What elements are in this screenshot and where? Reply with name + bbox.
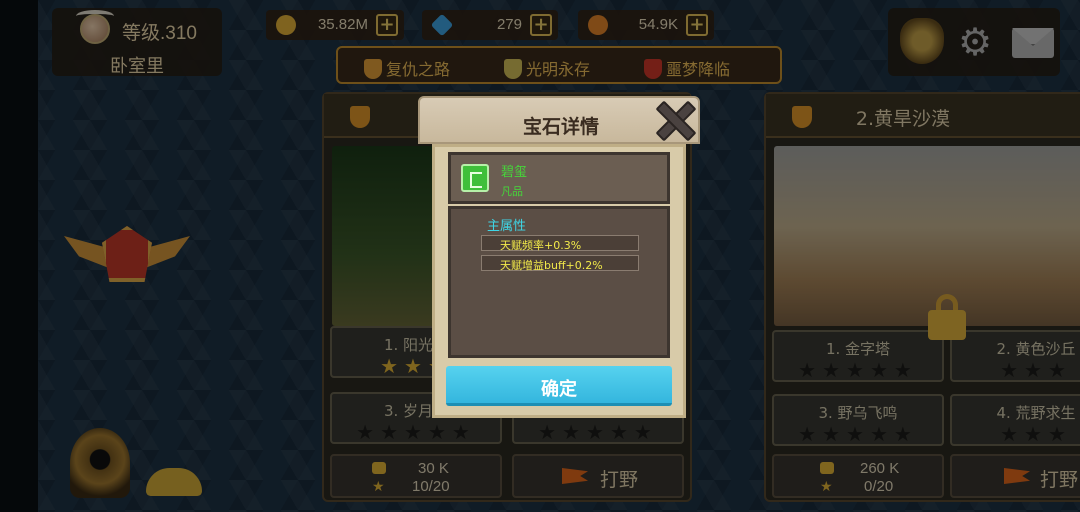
gem-detail-dialog: 宝石详情 碧玺 凡品 主属性 天赋频率+0.3% 天赋增益buff+0.2% 确… [418, 96, 700, 418]
gem-name: 碧玺 [501, 165, 528, 180]
attribute-text: 天赋增益buff+0.2% [500, 259, 603, 272]
attribute-text: 天赋频率+0.3% [500, 239, 582, 252]
confirm-button[interactable]: 确定 [446, 366, 672, 406]
green-gem-icon [461, 164, 489, 192]
attribute-header: 主属性 [487, 219, 527, 234]
gem-grade: 凡品 [501, 185, 523, 198]
gem-header: 碧玺 凡品 [448, 152, 670, 204]
gem-attributes: 主属性 天赋频率+0.3% 天赋增益buff+0.2% [448, 206, 670, 358]
attribute-row: 天赋频率+0.3% [481, 235, 639, 252]
confirm-label: 确定 [541, 379, 577, 400]
left-edge [0, 0, 38, 512]
attribute-row: 天赋增益buff+0.2% [481, 255, 639, 272]
close-icon[interactable] [654, 99, 694, 139]
